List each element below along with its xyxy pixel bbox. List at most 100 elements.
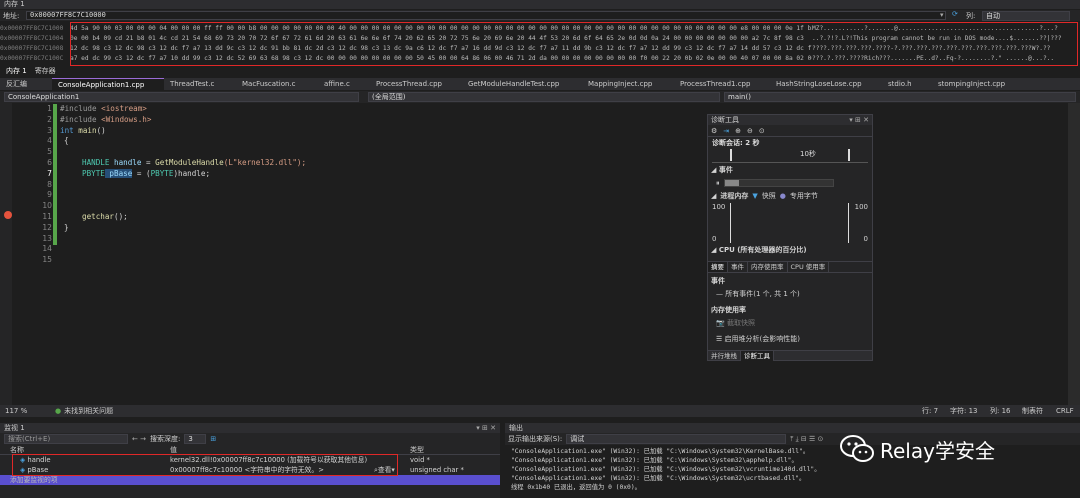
tab-parallel-stacks[interactable]: 并行堆栈 xyxy=(708,350,741,361)
col-name[interactable]: 名称 xyxy=(0,445,170,455)
col-type[interactable]: 类型 xyxy=(410,445,490,455)
address-label: 地址: xyxy=(3,12,20,20)
tab-affine[interactable]: affine.c xyxy=(318,78,370,90)
line-number: 10 xyxy=(42,201,52,211)
output-source-select[interactable]: 调试 xyxy=(566,434,787,444)
mem-y-bottom: 0 xyxy=(712,235,717,243)
memory-row-address: 0x00007FF8C7C1004 xyxy=(0,35,64,42)
tab-stompinginject[interactable]: stompingInject.cpp xyxy=(932,78,1016,90)
function-combo[interactable]: main() xyxy=(724,92,1076,102)
line-number: 15 xyxy=(42,255,52,265)
eol-indicator[interactable]: CRLF xyxy=(1056,407,1080,415)
project-combo[interactable]: ConsoleApplication1 xyxy=(4,92,359,102)
search-arrows-icon[interactable]: ← → xyxy=(132,435,146,443)
tab-indicator[interactable]: 制表符 xyxy=(1022,406,1056,416)
tab-mappinginject[interactable]: MappingInject.cpp xyxy=(582,78,674,90)
diag-timeline[interactable]: 10秒 xyxy=(712,149,868,163)
line-number: 11 xyxy=(42,211,52,221)
address-dropdown-icon[interactable]: ▾ xyxy=(940,11,944,19)
line-number: 7 xyxy=(47,168,52,178)
tab-consoleapplication1[interactable]: ConsoleApplication1.cpp xyxy=(52,78,164,90)
tab-processthread[interactable]: ProcessThread.cpp xyxy=(370,78,462,90)
all-events-row[interactable]: — 所有事件(1 个, 共 1 个) xyxy=(708,286,872,302)
code-lines[interactable]: #include <iostream> #include <Windows.h>… xyxy=(60,104,700,234)
tab-events[interactable]: 事件 xyxy=(728,262,748,272)
heap-profiling-button[interactable]: ☰ 启用堆分析(会影响性能) xyxy=(708,331,872,347)
cpu-header: CPU (所有处理器的百分比) xyxy=(718,246,807,254)
code-line: } xyxy=(64,222,69,232)
watch-window-controls[interactable]: ▾ ⊞ ✕ xyxy=(476,424,496,433)
tab-macfuscation[interactable]: MacFuscation.c xyxy=(236,78,318,90)
tab-processthread1[interactable]: ProcessThread1.cpp xyxy=(674,78,770,90)
snapshot-button[interactable]: 📷 截取快照 xyxy=(708,315,872,331)
issues-status[interactable]: 未找到相关问题 xyxy=(64,406,113,416)
mem-chart-marker xyxy=(848,203,849,243)
diagnostics-panel: 诊断工具 ▾ ⊞ ✕ ⚙ ⇥ ⊕ ⊖ ⊙ 诊断会话: 2 秒 10秒 ◢ 事件 … xyxy=(707,114,873,361)
line-number: 14 xyxy=(42,244,52,254)
pin-icon[interactable]: ⊞ xyxy=(210,435,216,443)
cpu-section: ◢ CPU (所有处理器的百分比) xyxy=(711,246,807,254)
output-toolbar-icons[interactable]: ⤒ ⤓ ⊟ ☰ ⊙ xyxy=(790,435,823,444)
line-indicator: 行: 7 xyxy=(922,407,939,415)
mem-header: 进程内存 xyxy=(720,192,749,200)
tab-stdio[interactable]: stdio.h xyxy=(882,78,932,90)
summary-events-header: 事件 xyxy=(711,277,725,285)
code-line: getchar(); xyxy=(82,211,128,221)
watch-add-row[interactable]: 添加要监视的项 xyxy=(0,475,500,485)
zoom-out-icon[interactable]: ⊖ xyxy=(747,127,753,135)
tab-memory-usage[interactable]: 内存使用率 xyxy=(748,262,788,272)
memory-row-address: 0x00007FF8C7C1008 xyxy=(0,45,64,52)
code-line: #include <Windows.h> xyxy=(60,114,152,124)
watch-toolbar: 搜索(Ctrl+E) ← → 搜索深度: 3 ⊞ xyxy=(0,433,500,445)
check-icon: ● xyxy=(55,407,62,415)
watch-search-input[interactable]: 搜索(Ctrl+E) xyxy=(4,434,128,444)
address-input[interactable]: 0x00007FF8C7C10000 xyxy=(26,11,946,20)
timeline-label: 10秒 xyxy=(800,150,816,158)
tab-diagnostic-tools[interactable]: 诊断工具 xyxy=(741,350,774,361)
tab-memory1[interactable]: 内存 1 xyxy=(6,66,27,76)
select-tool-icon[interactable]: ⇥ xyxy=(723,127,729,135)
snapshot-label: 截取快照 xyxy=(726,319,755,327)
editor-tab-strip: 反汇编 ConsoleApplication1.cpp ThreadTest.c… xyxy=(0,78,1080,90)
scope-combo[interactable]: (全局范围) xyxy=(368,92,720,102)
column-select[interactable]: 自动 xyxy=(982,11,1070,21)
line-number: 13 xyxy=(42,233,52,243)
watch-row-type: unsigned char * xyxy=(410,466,464,474)
line-number: 5 xyxy=(47,147,52,157)
tab-cpu-usage[interactable]: CPU 使用率 xyxy=(788,262,830,272)
memory-row-address: 0x00007FF8C7C1000 xyxy=(0,25,64,32)
tab-threadtest[interactable]: ThreadTest.c xyxy=(164,78,236,90)
tab-getmodulehandletest[interactable]: GetModuleHandleTest.cpp xyxy=(462,78,582,90)
line-number: 1 xyxy=(47,104,52,113)
breakpoint-icon[interactable] xyxy=(4,211,12,219)
zoom-level[interactable]: 117 % xyxy=(5,407,43,415)
depth-select[interactable]: 3 xyxy=(184,434,207,444)
reset-zoom-icon[interactable]: ⊙ xyxy=(759,127,765,135)
line-numbers: 1 2 3 4 5 6 7 8 9 10 11 12 13 14 15 xyxy=(14,104,52,266)
mem-chart-marker xyxy=(730,203,731,243)
editor-scrollbar[interactable] xyxy=(1068,103,1080,405)
output-line: 线程 0x1b40 已退出，返回值为 0 (0x0)。 xyxy=(511,484,641,491)
tab-disassembly[interactable]: 反汇编 xyxy=(0,78,52,90)
diag-window-controls[interactable]: ▾ ⊞ ✕ xyxy=(849,116,869,124)
code-editor[interactable]: 1 2 3 4 5 6 7 8 9 10 11 12 13 14 15 #inc… xyxy=(0,103,1080,405)
breakpoint-margin[interactable] xyxy=(0,103,12,405)
timeline-marker-start xyxy=(730,149,732,161)
diag-tabs: 摘要 事件 内存使用率 CPU 使用率 xyxy=(708,261,872,273)
settings-icon[interactable]: ⚙ xyxy=(711,127,717,135)
tab-summary[interactable]: 摘要 xyxy=(708,262,728,272)
tab-registers[interactable]: 寄存器 xyxy=(35,66,56,76)
diag-session: 诊断会话: 2 秒 xyxy=(712,139,760,147)
tab-hashstringloselose[interactable]: HashStringLoseLose.cpp xyxy=(770,78,882,90)
pause-icon[interactable]: ⏸ xyxy=(716,179,720,188)
col-value[interactable]: 值 xyxy=(170,445,410,455)
wechat-icon xyxy=(840,435,874,462)
watermark: Relay学安全 xyxy=(840,431,995,467)
diag-toolbar: ⚙ ⇥ ⊕ ⊖ ⊙ xyxy=(708,125,872,137)
code-line: #include <iostream> xyxy=(60,104,147,113)
events-bar xyxy=(723,179,834,187)
refresh-icon[interactable]: ⟳ xyxy=(952,10,958,18)
zoom-in-icon[interactable]: ⊕ xyxy=(735,127,741,135)
